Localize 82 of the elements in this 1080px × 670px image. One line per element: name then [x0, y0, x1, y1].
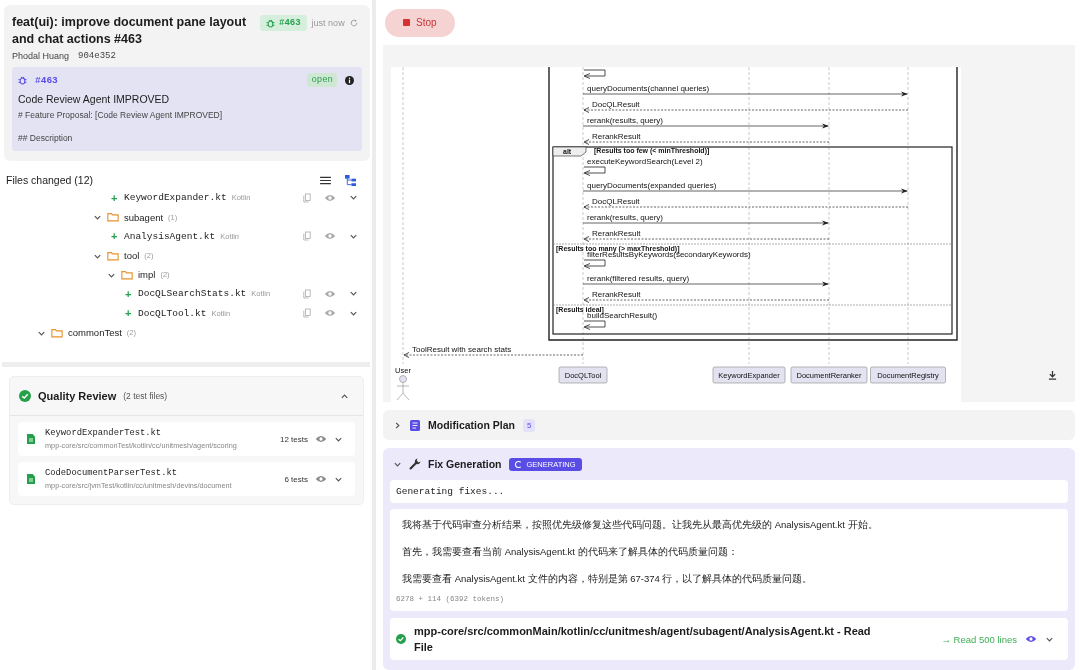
folder-icon — [107, 212, 119, 222]
step-count-badge: 5 — [522, 418, 536, 432]
tool-call-card[interactable]: mpp-core/src/commonMain/kotlin/cc/unitmesh/agent/subagent/AnalysisAgent.kt - Read File → Read 500 lines — [390, 618, 1068, 660]
message-label: DocQLResult — [592, 197, 640, 206]
message-label: RerankResult — [592, 229, 641, 238]
issue-number[interactable]: #463 — [35, 74, 58, 86]
pull-request-title: feat(ui): improve document pane layout and chat actions #463 — [12, 14, 248, 48]
status-badge: open — [307, 73, 337, 87]
self-message-arrow — [583, 166, 606, 176]
eye-icon[interactable] — [1025, 635, 1037, 643]
timestamp: just now — [311, 18, 345, 28]
message-paragraph: 首先，我需要查看当前 AnalysisAgent.kt 的代码来了解具体的代码质量问题： — [401, 545, 739, 559]
chevron-icon[interactable] — [393, 460, 402, 469]
message-label: RerankResult — [592, 132, 641, 141]
added-mark: + — [125, 307, 133, 320]
message-label: queryDocuments(expanded queries) — [587, 181, 717, 190]
download-icon[interactable] — [1048, 371, 1057, 380]
document-icon — [410, 419, 420, 431]
folder-name[interactable]: commonTest — [68, 327, 122, 338]
self-message-arrow — [583, 259, 606, 269]
message-label: executeKeywordSearch(Level 2) — [587, 157, 703, 166]
bug-icon — [18, 75, 27, 85]
info-icon[interactable] — [345, 75, 354, 85]
chevron-icon[interactable] — [393, 421, 402, 430]
message-paragraph: 我将基于代码审查分析结果，按照优先级修复这些代码问题。让我先从最高优先级的 AnalysisAgent.kt 开始。 — [401, 518, 879, 532]
stop-button[interactable]: Stop — [385, 8, 455, 37]
file-name[interactable]: AnalysisAgent.kt — [124, 230, 216, 242]
wrench-icon — [409, 458, 421, 470]
issue-text: # Feature Proposal: [Code Review Agent IMPROVED] — [18, 110, 224, 120]
self-message-arrow — [583, 69, 606, 79]
test-file-count: (2 test files) — [123, 391, 168, 401]
folder-icon — [121, 269, 133, 280]
test-file-name: CodeDocumentParserTest.kt — [45, 468, 178, 478]
chevron-icon[interactable] — [349, 193, 358, 203]
participant-box — [558, 366, 608, 384]
commit-hash: 904e352 — [78, 51, 116, 61]
folder-icon — [51, 327, 63, 338]
message-label: queryDocuments(channel queries) — [587, 84, 710, 93]
message-label: DocQLResult — [592, 100, 640, 109]
test-count: 12 tests — [280, 434, 308, 444]
section-title: Fix Generation — [428, 458, 502, 470]
chevron-icon[interactable] — [93, 213, 102, 222]
list-view-icon[interactable] — [320, 175, 331, 185]
stop-icon — [403, 19, 410, 26]
eye-icon[interactable] — [315, 435, 327, 443]
added-mark: + — [125, 287, 133, 300]
tool-result: → Read 500 lines — [941, 633, 1017, 645]
fragment-tab — [552, 146, 587, 157]
folder-name[interactable]: impl — [138, 269, 156, 280]
file-icon — [27, 474, 35, 484]
files-changed-heading: Files changed (12) — [6, 174, 93, 186]
message-label: RerankResult — [592, 290, 641, 299]
section-title: Modification Plan — [428, 419, 515, 431]
test-count: 6 tests — [284, 474, 308, 484]
added-mark: + — [111, 191, 119, 204]
quality-review-title: Quality Review — [38, 390, 117, 402]
folder-name[interactable]: subagent — [124, 211, 164, 223]
message-label: rerank(results, query) — [587, 116, 664, 125]
folder-name[interactable]: tool — [124, 250, 140, 261]
test-file-name: KeywordExpanderTest.kt — [45, 428, 163, 438]
file-icon — [27, 434, 35, 444]
actor-figure — [396, 375, 410, 401]
message-label: ToolResult with search stats — [412, 345, 512, 354]
issue-text: ## Description — [18, 133, 74, 143]
chevron-icon[interactable] — [340, 392, 349, 401]
tree-view-icon[interactable] — [345, 174, 356, 186]
message-paragraph: 我需要查看 AnalysisAgent.kt 文件的内容，特别是第 67-374 行，以了解具体的代码质量问题。 — [401, 572, 814, 586]
added-mark: + — [111, 230, 119, 243]
file-name[interactable]: DocQLTool.kt — [138, 307, 207, 319]
message-label: rerank(results, query) — [587, 213, 664, 222]
issue-title: Code Review Agent IMPROVED — [18, 93, 171, 105]
author-name: Phodal Huang — [12, 51, 70, 61]
modification-plan-section[interactable]: Modification Plan 5 — [383, 410, 1075, 440]
file-name[interactable]: DocQLSearchStats.kt — [138, 288, 247, 300]
file-name[interactable]: KeywordExpander.kt — [124, 192, 227, 204]
tool-call-title: mpp-core/src/commonMain/kotlin/cc/unitmesh/agent/subagent/AnalysisAgent.kt - Read File — [414, 624, 872, 655]
self-message-arrow — [583, 320, 606, 330]
eye-icon[interactable] — [315, 475, 327, 483]
bug-icon — [266, 18, 275, 28]
message-label: rerank(filtered results, query) — [587, 274, 690, 283]
output-text: Generating fixes... — [390, 480, 1068, 503]
folder-icon — [107, 250, 119, 261]
